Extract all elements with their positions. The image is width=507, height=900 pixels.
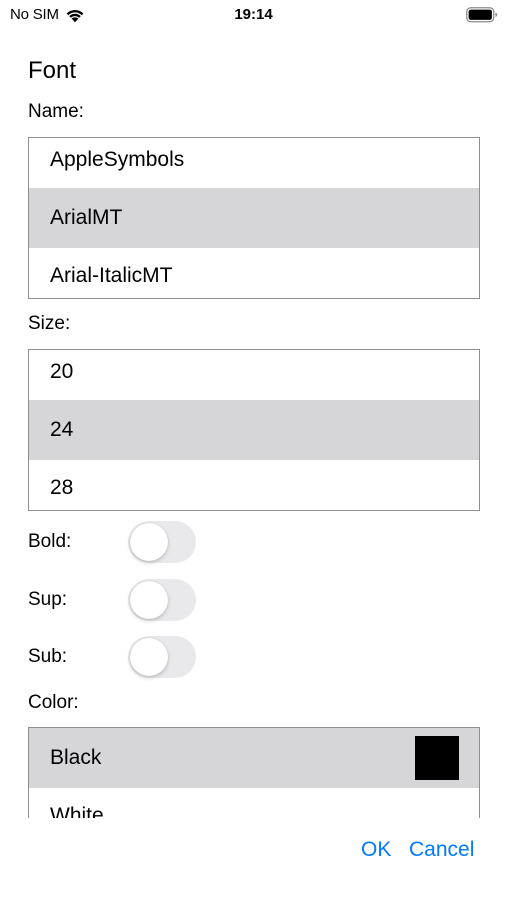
bold-label: Bold:	[28, 531, 72, 552]
color-option-label: Black	[50, 746, 102, 769]
battery-icon	[466, 7, 498, 23]
name-label: Name:	[28, 101, 84, 122]
color-label: Color:	[28, 692, 79, 713]
size-option[interactable]: 28	[29, 460, 479, 510]
size-option[interactable]: 20	[29, 350, 479, 400]
toggle-knob	[130, 638, 168, 676]
name-option[interactable]: Arial-ItalicMT	[29, 248, 479, 298]
sub-label: Sub:	[28, 646, 68, 667]
toggle-knob	[130, 581, 168, 619]
color-picker[interactable]: Black White	[28, 727, 480, 818]
size-picker[interactable]: 20 24 28	[28, 349, 480, 511]
clock: 19:14	[234, 6, 273, 23]
bold-toggle[interactable]	[128, 521, 196, 563]
color-option[interactable]: White	[29, 788, 479, 818]
color-swatch	[415, 736, 459, 780]
color-option-selected[interactable]: Black	[29, 728, 479, 788]
page-title: Font	[28, 57, 77, 84]
sub-toggle[interactable]	[128, 636, 196, 678]
ok-button[interactable]: OK	[361, 838, 391, 862]
cancel-button[interactable]: Cancel	[409, 838, 474, 862]
name-option-selected[interactable]: ArialMT	[29, 188, 479, 248]
size-label: Size:	[28, 313, 71, 334]
sub-row: Sub:	[28, 636, 198, 678]
bold-row: Bold:	[28, 521, 198, 563]
size-option-selected[interactable]: 24	[29, 400, 479, 460]
sup-toggle[interactable]	[128, 579, 196, 621]
sup-label: Sup:	[28, 589, 68, 610]
name-picker[interactable]: AppleSymbols ArialMT Arial-ItalicMT	[28, 137, 480, 299]
toggle-knob	[130, 523, 168, 561]
name-option[interactable]: AppleSymbols	[29, 138, 479, 188]
sup-row: Sup:	[28, 579, 198, 621]
status-bar: No SIM 19:14	[0, 0, 507, 32]
